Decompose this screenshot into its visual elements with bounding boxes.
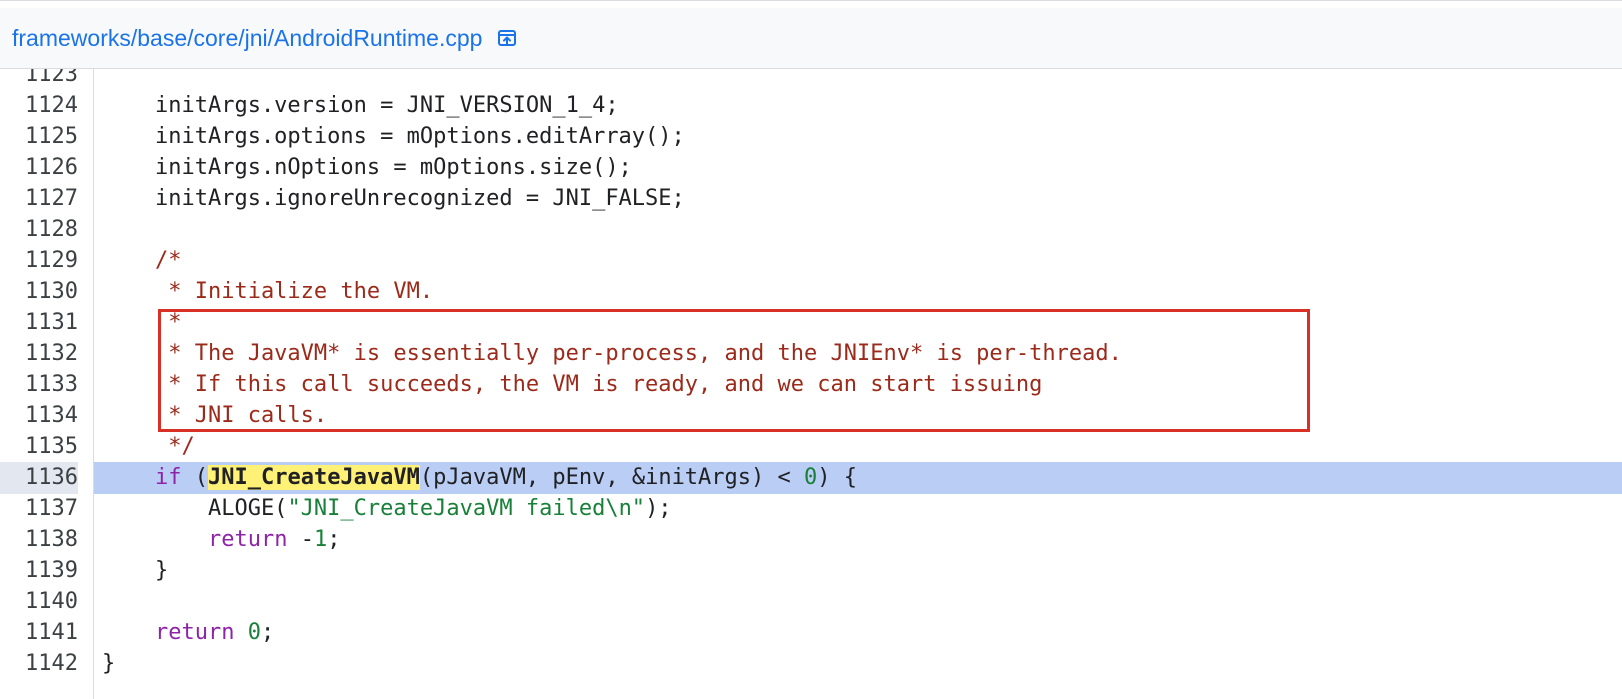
code-token: if xyxy=(154,465,182,490)
code-token: * If this call succeeds, the VM is ready… xyxy=(102,372,1043,397)
code-line: 1137 ALOGE("JNI_CreateJavaVM failed\n"); xyxy=(0,493,1622,525)
search-match-token: JNI_CreateJavaVM xyxy=(207,465,420,490)
code-token: ; xyxy=(260,620,275,645)
code-token: } xyxy=(102,651,116,676)
line-number[interactable]: 1131 xyxy=(0,307,78,339)
code-token: ; xyxy=(327,527,341,552)
code-token: initArgs.ignoreUnrecognized = JNI_FALSE; xyxy=(102,186,685,211)
code-token: initArgs.version = JNI_VERSION_1_4; xyxy=(102,93,619,118)
line-code: * Initialize the VM. xyxy=(94,276,1622,308)
line-number[interactable]: 1140 xyxy=(0,586,78,618)
line-code: * JNI calls. xyxy=(94,400,1622,432)
code-token: initArgs.options = mOptions.editArray(); xyxy=(102,124,685,149)
code-token: return xyxy=(154,620,235,645)
code-token: return xyxy=(207,527,288,552)
code-viewer: frameworks/base/core/jni/AndroidRuntime.… xyxy=(0,0,1622,699)
file-path-link[interactable]: frameworks/base/core/jni/AndroidRuntime.… xyxy=(12,25,482,52)
line-code: } xyxy=(94,648,1622,680)
code-line: 1136 if (JNI_CreateJavaVM(pJavaVM, pEnv,… xyxy=(0,462,1622,494)
code-line: 1138 return -1; xyxy=(0,524,1622,556)
line-number[interactable]: 1132 xyxy=(0,338,78,370)
code-line: 1140 xyxy=(0,586,1622,618)
code-token: } xyxy=(102,558,169,583)
code-token: ALOGE( xyxy=(102,496,288,521)
line-code: return -1; xyxy=(94,524,1622,556)
line-code: * If this call succeeds, the VM is ready… xyxy=(94,369,1622,401)
open-in-new-icon[interactable] xyxy=(496,27,518,49)
code-token: initArgs.nOptions = mOptions.size(); xyxy=(102,155,632,180)
line-number[interactable]: 1134 xyxy=(0,400,78,432)
code-line: 1133 * If this call succeeds, the VM is … xyxy=(0,369,1622,401)
line-code: * xyxy=(94,307,1622,339)
line-code: initArgs.ignoreUnrecognized = JNI_FALSE; xyxy=(94,183,1622,215)
line-number[interactable]: 1125 xyxy=(0,121,78,153)
line-number[interactable]: 1128 xyxy=(0,214,78,246)
line-number[interactable]: 1124 xyxy=(0,90,78,122)
code-line: 1142} xyxy=(0,648,1622,680)
code-line: 1123 xyxy=(0,69,1622,91)
code-token: * Initialize the VM. xyxy=(102,279,434,304)
code-token: ) { xyxy=(817,465,858,490)
line-code: initArgs.nOptions = mOptions.size(); xyxy=(94,152,1622,184)
line-number[interactable]: 1123 xyxy=(0,69,78,91)
line-number[interactable]: 1139 xyxy=(0,555,78,587)
line-number[interactable]: 1142 xyxy=(0,648,78,680)
line-code: */ xyxy=(94,431,1622,463)
code-line: 1125 initArgs.options = mOptions.editArr… xyxy=(0,121,1622,153)
line-number[interactable]: 1136 xyxy=(0,462,78,494)
line-number[interactable]: 1137 xyxy=(0,493,78,525)
line-code: * The JavaVM* is essentially per-process… xyxy=(94,338,1622,370)
line-number[interactable]: 1130 xyxy=(0,276,78,308)
code-token: * JNI calls. xyxy=(102,403,328,428)
line-code: ALOGE("JNI_CreateJavaVM failed\n"); xyxy=(94,493,1622,525)
code-line: 1135 */ xyxy=(0,431,1622,463)
code-token: - xyxy=(287,527,314,552)
code-line: 1139 } xyxy=(0,555,1622,587)
code-token: (pJavaVM, pEnv, &initArgs) < xyxy=(419,465,805,490)
line-number[interactable]: 1141 xyxy=(0,617,78,649)
code-token: */ xyxy=(102,434,195,459)
code-token: /* xyxy=(102,248,182,273)
line-number[interactable]: 1133 xyxy=(0,369,78,401)
code-token: "JNI_CreateJavaVM failed\n" xyxy=(287,496,646,521)
line-number[interactable]: 1138 xyxy=(0,524,78,556)
code-token: 0 xyxy=(804,465,818,490)
code-line: 1131 * xyxy=(0,307,1622,339)
code-line: 1129 /* xyxy=(0,245,1622,277)
line-number[interactable]: 1127 xyxy=(0,183,78,215)
code-token: * The JavaVM* is essentially per-process… xyxy=(102,341,1122,366)
code-token: 1 xyxy=(313,527,328,552)
line-code: initArgs.version = JNI_VERSION_1_4; xyxy=(94,90,1622,122)
line-code: if (JNI_CreateJavaVM(pJavaVM, pEnv, &ini… xyxy=(94,462,1622,494)
line-number[interactable]: 1129 xyxy=(0,245,78,277)
code-token: ( xyxy=(181,465,208,490)
line-code: initArgs.options = mOptions.editArray(); xyxy=(94,121,1622,153)
code-line: 1126 initArgs.nOptions = mOptions.size()… xyxy=(0,152,1622,184)
code-line: 1141 return 0; xyxy=(0,617,1622,649)
line-code: /* xyxy=(94,245,1622,277)
code-line: 1128 xyxy=(0,214,1622,246)
line-code: return 0; xyxy=(94,617,1622,649)
code-line: 1127 initArgs.ignoreUnrecognized = JNI_F… xyxy=(0,183,1622,215)
code-token: ); xyxy=(645,496,672,521)
code-token: 0 xyxy=(247,620,261,645)
line-code: } xyxy=(94,555,1622,587)
file-header: frameworks/base/core/jni/AndroidRuntime.… xyxy=(0,8,1622,69)
code-line: 1132 * The JavaVM* is essentially per-pr… xyxy=(0,338,1622,370)
code-line: 1134 * JNI calls. xyxy=(0,400,1622,432)
code-area: 1123 1124 initArgs.version = JNI_VERSION_… xyxy=(0,69,1622,699)
code-line: 1130 * Initialize the VM. xyxy=(0,276,1622,308)
line-number[interactable]: 1135 xyxy=(0,431,78,463)
code-token: * xyxy=(102,310,182,335)
line-number[interactable]: 1126 xyxy=(0,152,78,184)
code-line: 1124 initArgs.version = JNI_VERSION_1_4; xyxy=(0,90,1622,122)
